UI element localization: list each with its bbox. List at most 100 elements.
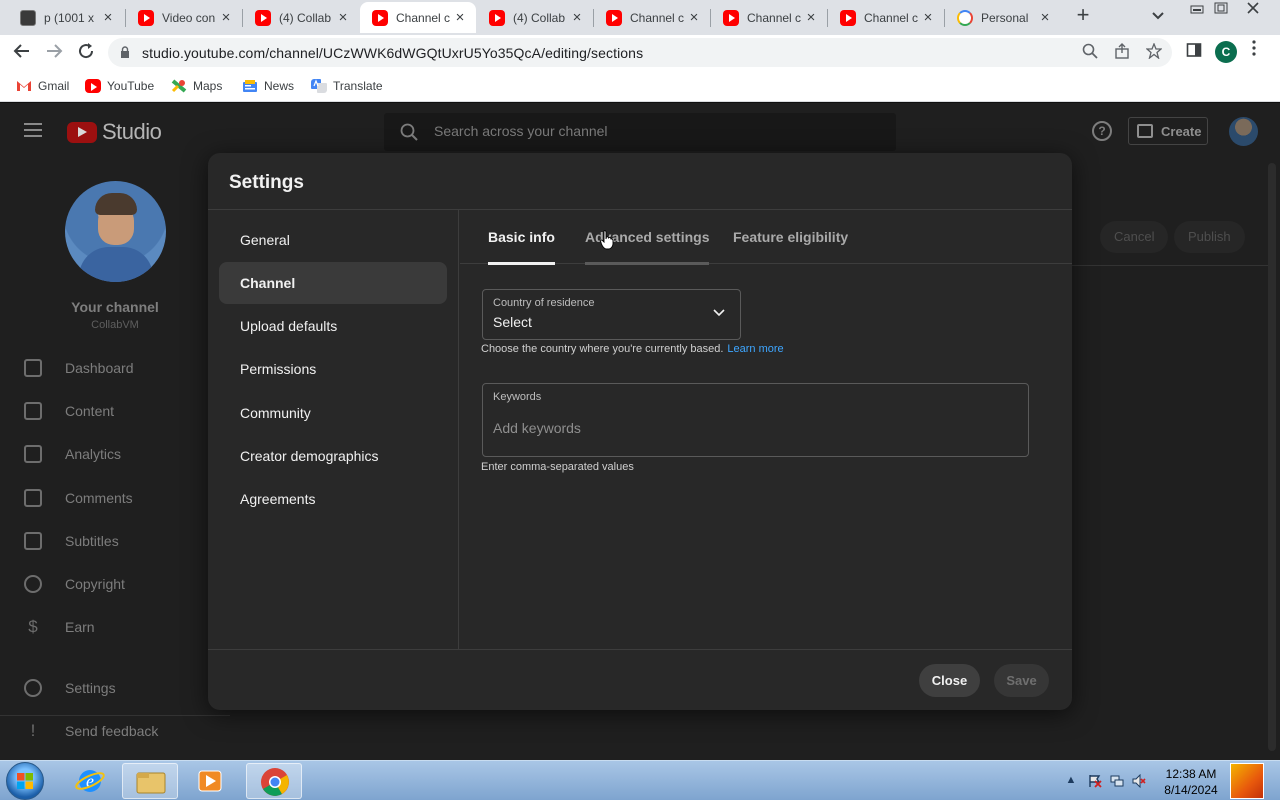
taskbar-file-explorer[interactable] xyxy=(122,763,178,799)
side-panel-icon[interactable] xyxy=(1182,41,1206,65)
settings-nav-channel[interactable]: Channel xyxy=(219,262,447,304)
sidebar-item-comments[interactable]: Comments xyxy=(0,477,230,519)
sidebar-item-settings[interactable]: Settings xyxy=(0,667,230,709)
sidebar-item-send-feedback[interactable]: ! Send feedback xyxy=(0,710,230,752)
close-icon[interactable]: × xyxy=(335,9,351,26)
zoom-icon[interactable] xyxy=(1080,43,1100,63)
taskbar-chrome[interactable] xyxy=(246,763,302,799)
learn-more-link[interactable]: Learn more xyxy=(727,343,783,355)
action-center-flag-icon[interactable] xyxy=(1088,774,1102,788)
share-icon[interactable] xyxy=(1112,43,1132,63)
channel-search-input[interactable] xyxy=(434,123,874,139)
close-icon[interactable]: × xyxy=(569,9,585,26)
close-icon[interactable]: × xyxy=(803,9,819,26)
browser-tab[interactable]: (4) Collab × xyxy=(477,2,593,33)
youtube-favicon-icon xyxy=(840,9,856,26)
settings-nav-upload-defaults[interactable]: Upload defaults xyxy=(219,305,447,347)
bookmark-youtube[interactable]: YouTube xyxy=(85,77,154,95)
avatar-hair xyxy=(95,193,137,215)
channel-avatar[interactable] xyxy=(65,181,166,282)
country-of-residence-select[interactable]: Country of residence Select xyxy=(482,289,741,340)
network-icon[interactable] xyxy=(1110,774,1124,788)
settings-nav-creator-demographics[interactable]: Creator demographics xyxy=(219,435,447,477)
bookmark-label: Maps xyxy=(193,79,223,93)
taskbar-media-player[interactable] xyxy=(182,763,238,799)
sidebar-item-content[interactable]: Content xyxy=(0,390,230,432)
tray-expand-icon[interactable]: ▲ xyxy=(1064,774,1078,788)
close-icon[interactable]: × xyxy=(686,9,702,26)
background-publish-button: Publish xyxy=(1174,221,1245,253)
tab-title: Channel c xyxy=(864,10,919,25)
studio-sidebar: Your channel CollabVM Dashboard Content … xyxy=(0,159,230,760)
sidebar-item-subtitles[interactable]: Subtitles xyxy=(0,520,230,562)
address-bar[interactable]: studio.youtube.com/channel/UCzWWK6dWGQtU… xyxy=(108,38,1172,67)
chrome-icon xyxy=(261,768,289,796)
tab-title: Video con xyxy=(162,10,216,25)
bookmark-translate[interactable]: Translate xyxy=(311,77,383,95)
clock-time[interactable]: 12:38 AM xyxy=(1150,767,1232,781)
settings-nav-general[interactable]: General xyxy=(219,219,447,261)
url-text[interactable]: studio.youtube.com/channel/UCzWWK6dWGQtU… xyxy=(142,45,643,61)
settings-nav-community[interactable]: Community xyxy=(219,392,447,434)
menu-icon[interactable] xyxy=(24,123,42,137)
more-menu-icon[interactable] xyxy=(1252,40,1256,61)
create-button[interactable]: Create xyxy=(1128,117,1208,145)
close-icon[interactable]: × xyxy=(452,9,468,26)
back-arrow-icon[interactable] xyxy=(10,41,34,65)
settings-nav-permissions[interactable]: Permissions xyxy=(219,348,447,390)
tab-search-chevron-icon[interactable] xyxy=(1152,8,1164,23)
volume-muted-icon[interactable] xyxy=(1132,773,1146,789)
browser-tab[interactable]: p (1001 x × xyxy=(8,2,124,33)
minimize-icon[interactable] xyxy=(1186,2,1208,16)
media-player-icon xyxy=(198,770,222,792)
browser-tab[interactable]: Personal × xyxy=(945,2,1061,33)
youtube-favicon-icon xyxy=(606,9,622,26)
sidebar-item-copyright[interactable]: Copyright xyxy=(0,563,230,605)
settings-dialog: Settings General Channel Upload defaults… xyxy=(208,153,1072,710)
start-button[interactable] xyxy=(6,762,44,800)
browser-tab[interactable]: (4) Collab × xyxy=(243,2,359,33)
bookmark-maps[interactable]: Maps xyxy=(171,77,222,95)
sidebar-item-earn[interactable]: $ Earn xyxy=(0,606,230,648)
window-close-icon[interactable] xyxy=(1242,2,1264,16)
country-help-message: Choose the country where you're currentl… xyxy=(481,343,724,355)
keywords-field[interactable]: Keywords xyxy=(482,383,1029,457)
tab-title: (4) Collab xyxy=(513,10,566,25)
browser-tab[interactable]: Channel c × xyxy=(828,2,944,33)
page-scrollbar[interactable] xyxy=(1268,163,1276,751)
sidebar-item-dashboard[interactable]: Dashboard xyxy=(0,347,230,389)
close-icon[interactable]: × xyxy=(218,9,234,26)
bookmark-news[interactable]: News xyxy=(242,77,294,95)
taskbar-internet-explorer[interactable]: e xyxy=(62,763,118,799)
sidebar-item-analytics[interactable]: Analytics xyxy=(0,433,230,475)
bookmark-gmail[interactable]: Gmail xyxy=(16,77,69,95)
profile-avatar[interactable]: C xyxy=(1215,41,1237,63)
browser-tab[interactable]: Video con × xyxy=(126,2,242,33)
browser-tab[interactable]: Channel c × xyxy=(711,2,827,33)
forward-arrow-icon[interactable] xyxy=(42,41,66,65)
bookmark-star-icon[interactable] xyxy=(1144,42,1164,63)
clock-date[interactable]: 8/14/2024 xyxy=(1150,783,1232,797)
browser-tab[interactable]: Channel c × xyxy=(594,2,710,33)
close-button[interactable]: Close xyxy=(919,664,980,697)
your-channel-label: Your channel xyxy=(71,299,159,315)
show-desktop-button[interactable] xyxy=(1230,763,1264,799)
account-avatar[interactable] xyxy=(1229,117,1258,146)
settings-icon xyxy=(24,679,42,697)
channel-search-box[interactable] xyxy=(384,113,896,151)
save-button[interactable]: Save xyxy=(994,664,1049,697)
close-icon[interactable]: × xyxy=(920,9,936,26)
help-icon[interactable]: ? xyxy=(1092,121,1112,141)
tab-basic-info[interactable]: Basic info xyxy=(488,210,555,265)
browser-tab-active[interactable]: Channel c × xyxy=(360,2,476,33)
restore-icon[interactable] xyxy=(1210,2,1232,16)
reload-icon[interactable] xyxy=(74,41,98,65)
lock-icon xyxy=(121,46,129,58)
settings-nav-agreements[interactable]: Agreements xyxy=(219,478,447,520)
tab-feature-eligibility[interactable]: Feature eligibility xyxy=(733,210,848,264)
new-tab-button[interactable]: + xyxy=(1072,4,1094,27)
close-icon[interactable]: × xyxy=(1037,9,1053,26)
close-icon[interactable]: × xyxy=(100,9,116,26)
keywords-input[interactable] xyxy=(493,420,1013,436)
studio-logo[interactable]: Studio xyxy=(67,119,162,145)
